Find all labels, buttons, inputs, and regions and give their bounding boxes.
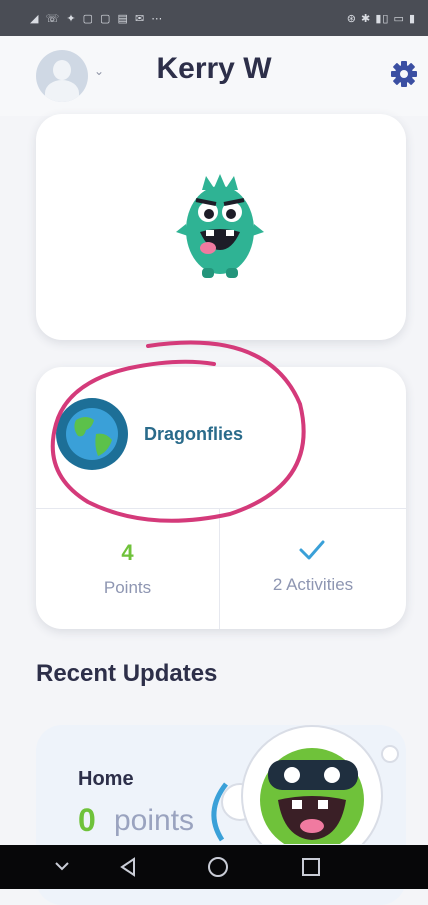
status-icons-right: ⊛ ✱ ▮▯ ▭ ▮ <box>346 13 416 25</box>
page-title: Kerry W <box>156 52 272 85</box>
gear-icon[interactable] <box>388 58 420 90</box>
back-icon <box>120 857 135 877</box>
home-points-value: 0 <box>78 802 96 838</box>
points-label[interactable]: Points <box>36 578 219 598</box>
nav-buttons <box>55 857 320 877</box>
chevron-down-icon <box>55 862 69 871</box>
home-points-label: points <box>114 804 195 837</box>
system-nav-bar <box>0 845 428 889</box>
status-icons-left: ◢ ☏ ✦ ▢ ▢ ▤ ✉ ⋯ <box>30 13 165 25</box>
recents-icon <box>302 858 320 876</box>
status-bar: ◢ ☏ ✦ ▢ ▢ ▤ ✉ ⋯ ⊛ ✱ ▮▯ ▭ ▮ <box>0 0 428 36</box>
annotation-circle <box>50 340 306 523</box>
monster-avatar-icon <box>176 174 264 278</box>
home-icon <box>208 857 228 877</box>
points-value: 4 <box>121 540 134 565</box>
check-icon <box>299 540 325 560</box>
activities-label[interactable]: 2 Activities <box>220 575 406 595</box>
divider <box>219 509 220 629</box>
home-title: Home <box>78 768 134 790</box>
astronaut-monster-icon <box>211 725 399 844</box>
recent-updates-heading: Recent Updates <box>36 660 218 687</box>
